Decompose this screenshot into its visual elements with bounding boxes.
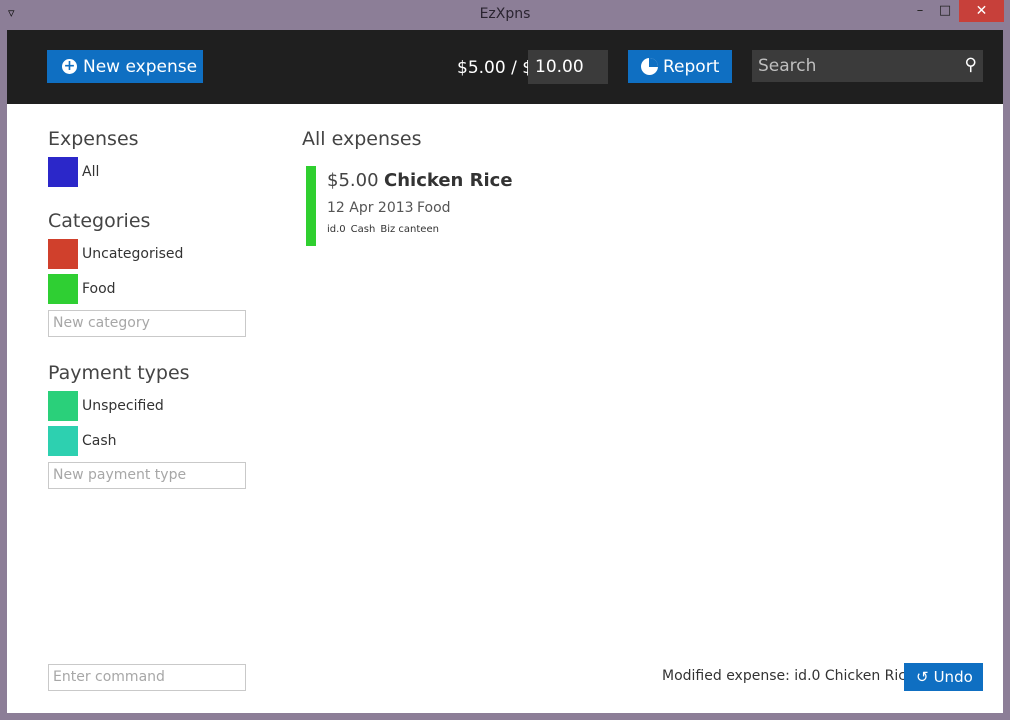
budget-spent: $5.00 / $: [457, 58, 534, 78]
minimize-button[interactable]: –: [908, 0, 932, 22]
search-placeholder: Search: [758, 56, 817, 76]
payment-types-heading: Payment types: [48, 362, 190, 384]
budget-limit-input[interactable]: 10.00: [528, 50, 608, 84]
report-label: Report: [663, 56, 720, 77]
undo-label: Undo: [933, 668, 973, 686]
new-expense-button[interactable]: + New expense: [47, 50, 203, 83]
app-window: + New expense $5.00 / $ 10.00 Report Sea…: [7, 30, 1003, 713]
undo-button[interactable]: ↺ Undo: [904, 663, 983, 691]
window-title: EzXpns: [479, 6, 531, 22]
swatch-uncategorised[interactable]: [48, 239, 78, 269]
expense-category-bar: [306, 166, 316, 246]
new-expense-label: New expense: [83, 56, 198, 77]
search-icon[interactable]: ⚲: [965, 55, 977, 75]
expense-date: 12 Apr 2013: [327, 200, 414, 216]
swatch-food[interactable]: [48, 274, 78, 304]
sidebar-item-all[interactable]: All: [82, 164, 99, 180]
plus-circle-icon: +: [62, 58, 77, 74]
swatch-all[interactable]: [48, 157, 78, 187]
sidebar-item-cash[interactable]: Cash: [82, 433, 117, 449]
toolbar: + New expense $5.00 / $ 10.00 Report Sea…: [7, 30, 1003, 104]
expense-tags: id.0 Cash Biz canteen: [327, 224, 444, 235]
status-message: Modified expense: id.0 Chicken Rice: [662, 668, 915, 684]
expense-tag: id.0: [327, 224, 346, 235]
swatch-cash[interactable]: [48, 426, 78, 456]
expense-tag: Biz canteen: [380, 224, 439, 235]
sidebar-item-uncategorised[interactable]: Uncategorised: [82, 246, 183, 262]
pie-chart-icon: [641, 58, 658, 75]
categories-heading: Categories: [48, 210, 151, 232]
title-bar: ▿ EzXpns – □ ✕: [0, 0, 1010, 30]
expense-amount[interactable]: $5.00: [327, 170, 379, 191]
expense-category: Food: [417, 200, 451, 216]
command-input[interactable]: Enter command: [48, 664, 246, 691]
search-input[interactable]: Search ⚲: [752, 50, 983, 82]
report-button[interactable]: Report: [628, 50, 732, 83]
page-title: All expenses: [302, 128, 422, 150]
expense-tag: Cash: [350, 224, 376, 235]
expense-name[interactable]: Chicken Rice: [384, 170, 513, 191]
close-button[interactable]: ✕: [959, 0, 1004, 22]
expenses-heading: Expenses: [48, 128, 139, 150]
new-category-input[interactable]: New category: [48, 310, 246, 337]
new-payment-type-input[interactable]: New payment type: [48, 462, 246, 489]
sidebar-item-food[interactable]: Food: [82, 281, 116, 297]
undo-icon: ↺: [916, 668, 929, 686]
swatch-unspecified[interactable]: [48, 391, 78, 421]
maximize-button[interactable]: □: [933, 0, 957, 22]
sidebar-item-unspecified[interactable]: Unspecified: [82, 398, 164, 414]
